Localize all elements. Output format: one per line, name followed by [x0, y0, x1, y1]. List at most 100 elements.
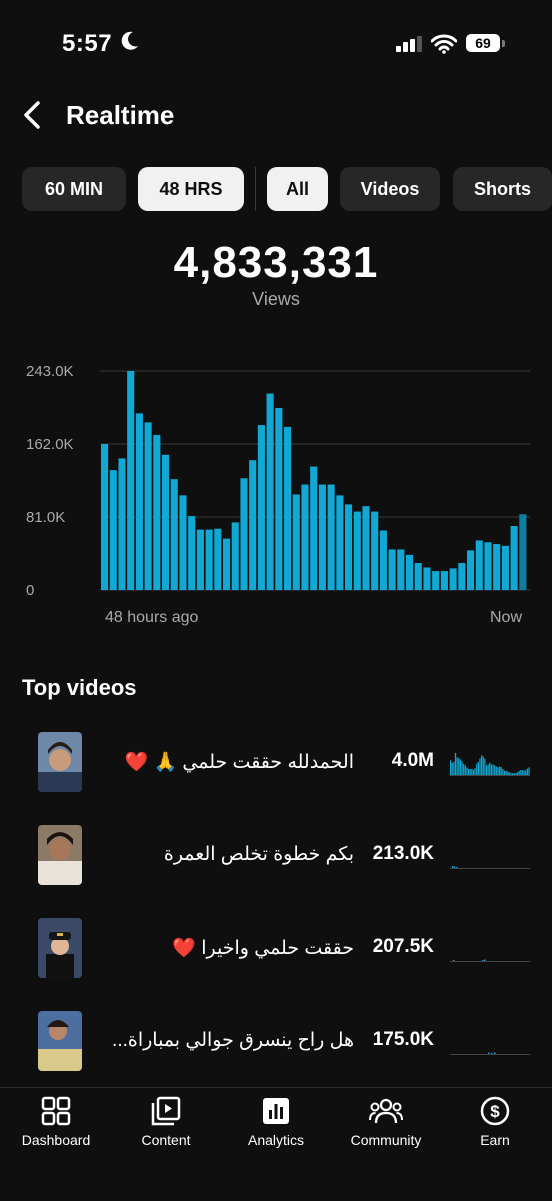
nav-label: Content: [141, 1132, 191, 1148]
chart-bar: [371, 511, 379, 590]
sparkline-bar: [507, 771, 509, 775]
chart-bar: [257, 425, 265, 590]
chart-bar: [475, 540, 483, 590]
video-views: 207.5K: [372, 936, 434, 957]
video-views: 4.0M: [391, 750, 434, 771]
chart-bar: [109, 470, 117, 590]
sparkline-bar: [451, 762, 453, 775]
content-icon: [151, 1096, 181, 1126]
chart-bar: [196, 529, 204, 590]
sparkline-bar: [503, 770, 506, 775]
chart-bar: [519, 514, 527, 590]
video-title: هل راح ينسرق جوالي بمباراة...: [112, 1030, 354, 1051]
nav-content[interactable]: Content: [111, 1096, 221, 1156]
sparkline-bar: [526, 768, 528, 775]
sparkline-bar: [495, 766, 497, 775]
sparkline-bar: [494, 765, 496, 775]
svg-text:$: $: [490, 1102, 500, 1121]
battery-cap: [502, 40, 505, 47]
sparkline-bar: [525, 770, 527, 775]
nav-label: Analytics: [247, 1132, 305, 1148]
sparkline-bar: [467, 768, 470, 775]
battery-indicator: 69: [466, 34, 500, 52]
video-views: 175.0K: [372, 1029, 434, 1050]
chart-bar: [345, 504, 353, 590]
chip-shorts[interactable]: Shorts: [453, 167, 552, 211]
top-video-row-4[interactable]: هل راح ينسرق جوالي بمباراة... 175.0K: [0, 1011, 552, 1091]
chart-bar: [223, 538, 231, 590]
chart-bar: [467, 550, 475, 590]
chart-bar: [135, 413, 143, 590]
sparkline-bar: [502, 769, 504, 775]
nav-dashboard[interactable]: Dashboard: [1, 1096, 111, 1156]
sparkline-bar: [528, 767, 530, 775]
chart-bar: [327, 484, 335, 590]
sparkline-bar: [471, 768, 473, 775]
chart-bar: [266, 393, 274, 590]
video-thumbnail: [38, 825, 82, 885]
sparkline-bar: [510, 772, 512, 775]
top-bar: Realtime: [0, 92, 552, 140]
nav-analytics[interactable]: Analytics: [221, 1096, 331, 1156]
sparkline-bar: [456, 757, 458, 775]
analytics-icon: [263, 1098, 289, 1124]
video-sparkline: [450, 753, 530, 776]
chart-bar: [301, 484, 309, 590]
community-icon: [369, 1098, 403, 1124]
sparkline-bar: [458, 758, 460, 775]
sparkline-bar: [487, 764, 489, 775]
sparkline-bar: [512, 773, 514, 775]
sparkline-bar: [459, 759, 462, 775]
y-tick-label: 81.0K: [26, 509, 65, 526]
filter-chips: 60 MIN 48 HRS All Videos Shorts: [22, 167, 552, 211]
video-sparkline: [450, 866, 530, 869]
nav-earn[interactable]: $ Earn: [440, 1096, 550, 1156]
sparkline-bar: [474, 768, 476, 775]
top-video-row-1[interactable]: الحمدلله حققت حلمي 🙏 ❤️ 4.0M: [0, 732, 552, 812]
sparkline-bar: [520, 770, 522, 775]
chart-bar: [432, 571, 440, 590]
views-bar-chart: 243.0K 162.0K 81.0K 0 48 hours ago Now: [26, 363, 530, 626]
chart-bar: [353, 511, 361, 590]
chart-bar: [118, 458, 126, 590]
sparkline-bar: [481, 755, 483, 775]
sparkline-bar: [498, 766, 501, 775]
x-axis-start-label: 48 hours ago: [105, 609, 199, 626]
chart-bar: [101, 444, 109, 590]
sparkline-bar: [450, 760, 452, 775]
chart-bar: [205, 529, 213, 590]
sparkline-bar: [466, 767, 468, 775]
chart-bar: [423, 567, 431, 590]
y-tick-label: 162.0K: [26, 436, 74, 453]
chart-bar: [240, 478, 248, 590]
chart-bar: [231, 522, 239, 590]
sparkline-bar: [482, 756, 484, 775]
top-video-row-3[interactable]: حققت حلمي واخيرا ❤️ 207.5K: [0, 918, 552, 998]
top-videos-heading: Top videos: [22, 675, 137, 700]
x-axis-end-label: Now: [490, 609, 522, 626]
nav-label: Community: [350, 1132, 422, 1148]
chip-videos[interactable]: Videos: [340, 167, 440, 211]
chip-all[interactable]: All: [267, 167, 328, 211]
nav-label: Earn: [480, 1132, 510, 1148]
chart-bar: [153, 434, 161, 590]
chip-60-min[interactable]: 60 MIN: [22, 167, 126, 211]
back-arrow-icon[interactable]: [20, 100, 44, 135]
sparkline-bar: [454, 753, 457, 775]
sparkline-bar: [523, 770, 525, 775]
chip-48-hrs[interactable]: 48 HRS: [138, 167, 244, 211]
chart-bar: [501, 545, 509, 590]
sparkline-bar: [464, 765, 466, 775]
chart-bar: [510, 526, 518, 590]
status-bar: 5:57 69: [0, 0, 552, 90]
chart-bar: [388, 549, 396, 590]
chart-bar: [318, 484, 326, 590]
nav-community[interactable]: Community: [331, 1096, 441, 1156]
sparkline-bar: [484, 758, 486, 775]
chart-bar: [484, 542, 492, 590]
chart-bar: [397, 549, 405, 590]
chart-bars: [101, 371, 527, 590]
top-video-row-2[interactable]: بكم خطوة تخلص العمرة 213.0K: [0, 825, 552, 905]
sparkline-bar: [476, 763, 478, 775]
bottom-navigation: Dashboard Content Analytics Community $ …: [0, 1087, 552, 1201]
